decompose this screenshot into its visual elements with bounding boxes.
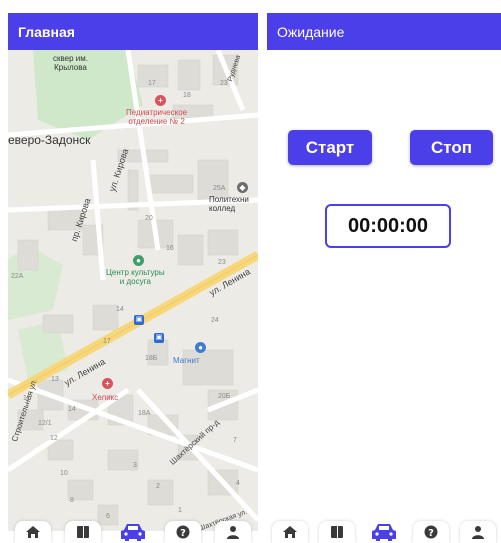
house-number: 14 [116, 306, 124, 313]
hospital-icon[interactable]: + [155, 95, 166, 106]
map-label-pediatric: Педиатрическое отделение № 2 [126, 108, 188, 126]
house-number: 3 [133, 462, 137, 469]
house-number: 23 [220, 80, 228, 87]
house-number: 11 [23, 395, 31, 402]
house-number: 18Б [145, 355, 158, 362]
college-icon[interactable]: ◆ [237, 182, 248, 193]
house-number: 12/1 [38, 420, 52, 427]
profile-icon [471, 526, 484, 539]
house-number: 17 [103, 338, 111, 345]
home-icon [26, 526, 40, 538]
bottom-nav: ? [267, 521, 501, 543]
house-number: 20 [145, 215, 153, 222]
house-number: 18А [138, 410, 151, 417]
car-icon [121, 524, 145, 541]
house-number: 12 [50, 435, 58, 442]
profile-icon [227, 526, 239, 539]
nav-book[interactable] [319, 521, 356, 543]
house-number: 10 [60, 470, 68, 477]
bottom-nav: ? [8, 521, 258, 543]
map-label-square: сквер им. Крылова [53, 54, 88, 72]
house-number: 7 [233, 437, 237, 444]
nav-profile[interactable] [215, 521, 251, 543]
help-icon: ? [424, 525, 438, 539]
house-number: 14 [68, 406, 76, 413]
help-icon: ? [176, 525, 190, 539]
book-icon [77, 526, 89, 538]
start-button[interactable]: Старт [288, 130, 372, 165]
book-icon [331, 526, 344, 538]
pharmacy-icon[interactable]: + [102, 378, 113, 389]
map-label-culture: Центр культуры и досуга [106, 268, 165, 286]
stop-button[interactable]: Стоп [410, 130, 493, 165]
house-number: 4 [236, 480, 240, 487]
map-label-town: еверо-Задонск [8, 133, 91, 147]
map-label-polytech: Политехни коллед [209, 195, 249, 213]
waiting-screen: Ожидание Старт Стоп 00:00:00 ? [267, 13, 501, 543]
main-screen: Главная сквер им. Крылова + Педиатрическ… [8, 13, 258, 543]
house-number: 13 [51, 376, 59, 383]
map-label-heliks: Хеликс [92, 393, 119, 402]
nav-home[interactable] [15, 521, 51, 543]
nav-help[interactable]: ? [412, 521, 449, 543]
nav-help[interactable]: ? [165, 521, 201, 543]
nav-car[interactable] [115, 521, 151, 543]
nav-car[interactable] [366, 521, 402, 543]
timer-value: 00:00:00 [347, 214, 429, 237]
svg-text:?: ? [428, 528, 434, 539]
map-label-magnit: Магнит [173, 356, 200, 365]
bus-stop-icon[interactable]: ▣ [154, 333, 164, 343]
timer-display: 00:00:00 [325, 204, 451, 248]
nav-home[interactable] [272, 521, 309, 543]
house-number: 25А [213, 185, 226, 192]
house-number: 16 [166, 245, 174, 252]
app-bar: Ожидание [267, 13, 501, 50]
nav-book[interactable] [65, 521, 101, 543]
screen-title: Главная [18, 23, 75, 40]
house-number: 17 [148, 80, 156, 87]
house-number: 6 [106, 513, 110, 520]
house-number: 2 [156, 483, 160, 490]
svg-text:?: ? [180, 528, 186, 539]
house-number: 22А [11, 273, 24, 280]
house-number: 1 [178, 507, 182, 514]
house-number: 18 [183, 92, 191, 99]
shop-icon[interactable]: ● [195, 342, 206, 353]
screen-title: Ожидание [277, 23, 345, 40]
house-number: 24 [211, 317, 219, 324]
house-number: 23 [218, 259, 226, 266]
house-number: 20Б [218, 393, 231, 400]
nav-profile[interactable] [459, 521, 496, 543]
home-icon [283, 526, 298, 538]
culture-center-icon[interactable]: ● [133, 255, 144, 266]
bus-stop-icon[interactable]: ▣ [134, 315, 144, 325]
app-bar: Главная [8, 13, 258, 50]
house-number: 8 [70, 497, 74, 504]
map-view[interactable]: сквер им. Крылова + Педиатрическое отдел… [8, 50, 258, 531]
car-icon [371, 524, 396, 541]
